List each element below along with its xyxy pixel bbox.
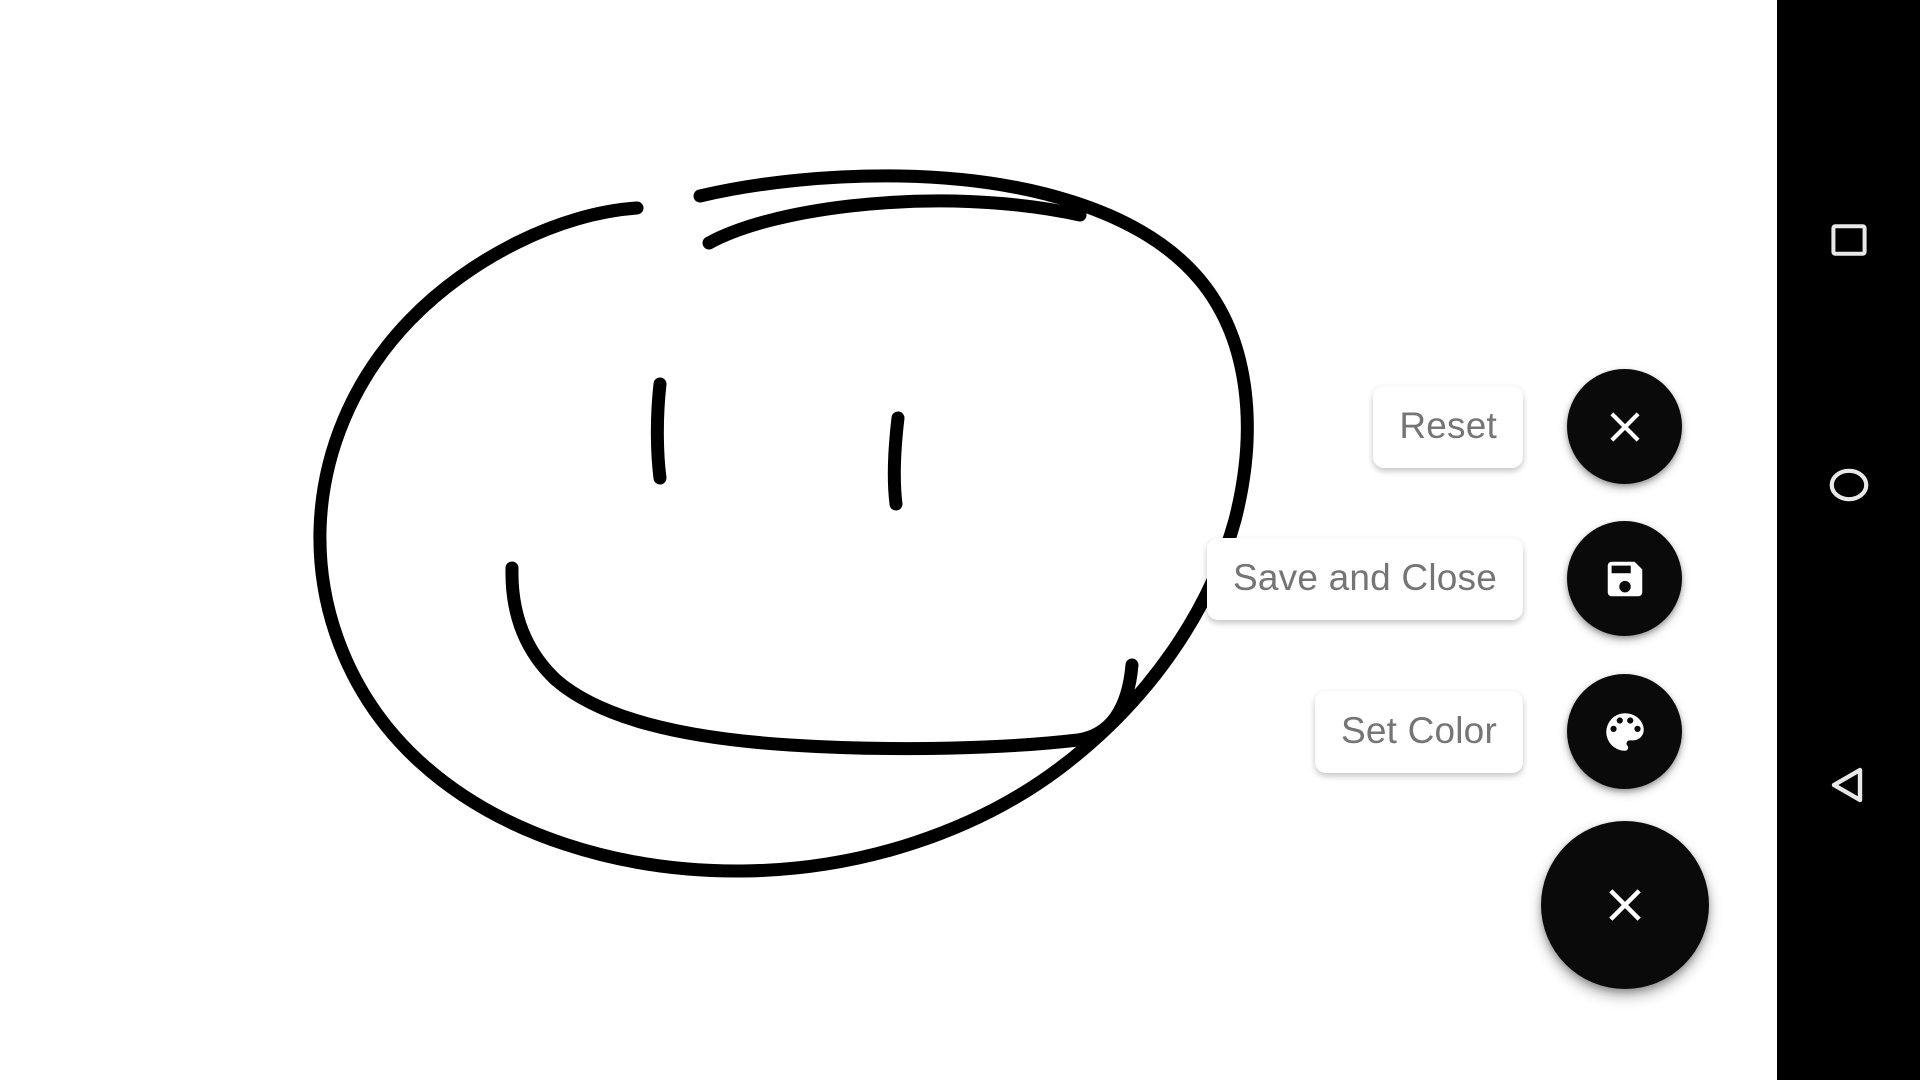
mouth-smile [505,561,1139,756]
reset-button[interactable] [1567,369,1682,484]
circle-icon [1829,468,1868,502]
hairline-flick [702,194,1087,250]
save-icon [1607,561,1642,596]
right-eye [887,411,905,511]
speed-dial-action-save-close[interactable]: Save and Close [1206,521,1682,636]
nav-home-button[interactable] [1777,425,1920,545]
triangle-left-icon [1831,767,1862,803]
nav-recents-button[interactable] [1777,180,1920,300]
speed-dial-toggle-button[interactable] [1541,821,1709,989]
stroke-group [313,169,1254,878]
speed-dial-action-reset[interactable]: Reset [1373,369,1682,484]
palette-icon [1605,712,1644,751]
nav-back-button[interactable] [1777,725,1920,845]
save-and-close-button[interactable] [1567,521,1682,636]
square-icon [1830,224,1867,256]
set-color-button[interactable] [1567,674,1682,789]
speed-dial-label-save-close[interactable]: Save and Close [1206,537,1523,620]
close-icon [1609,411,1640,442]
speed-dial-label-reset[interactable]: Reset [1373,385,1523,468]
close-icon [1609,889,1641,921]
speed-dial-main-row[interactable] [1541,821,1709,989]
face-outline [313,169,1254,878]
speed-dial-label-set-color[interactable]: Set Color [1314,690,1523,773]
speed-dial-action-set-color[interactable]: Set Color [1314,674,1682,789]
android-nav-bar [1777,0,1920,1080]
left-eye [650,377,667,485]
app-root: Reset Save and Close Set Color [0,0,1920,1080]
